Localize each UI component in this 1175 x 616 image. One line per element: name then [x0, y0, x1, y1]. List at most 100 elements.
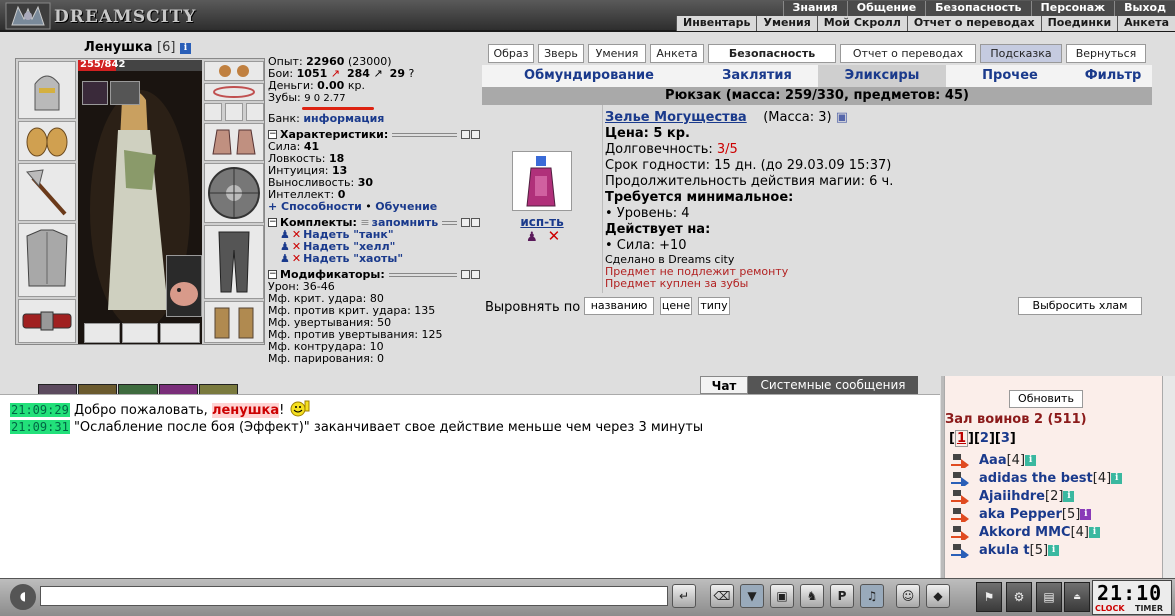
users-scrollbar[interactable]: [1162, 376, 1175, 578]
transfer-item-icon[interactable]: ♟: [526, 230, 538, 245]
tab-filter[interactable]: Фильтр: [1074, 65, 1152, 87]
profile-button[interactable]: Анкета: [650, 44, 704, 63]
submenu-fights[interactable]: Поединки: [1040, 16, 1118, 31]
send-icon[interactable]: ↵: [672, 584, 696, 608]
private-icon[interactable]: P: [830, 584, 854, 608]
private-message-icon[interactable]: [949, 524, 971, 540]
info-icon[interactable]: i: [1063, 490, 1075, 502]
user-row[interactable]: aka Pepper [5] i: [949, 505, 1092, 523]
save-icon[interactable]: ▣: [770, 584, 794, 608]
smiley-menu-icon[interactable]: ☺: [896, 584, 920, 608]
message-time[interactable]: 21:09:29: [10, 403, 70, 417]
use-item-link[interactable]: исп-ть: [482, 215, 602, 229]
gloves-slot[interactable]: [204, 123, 264, 161]
trade-icon[interactable]: ⚑: [976, 582, 1002, 612]
return-button[interactable]: Вернуться: [1066, 44, 1146, 63]
info-icon[interactable]: i: [1048, 544, 1060, 556]
remember-set-link[interactable]: запомнить: [372, 216, 439, 229]
submenu-my-scroll[interactable]: Мой Скролл: [816, 16, 907, 31]
player-nick[interactable]: ленушка: [211, 403, 280, 418]
arrow-down-icon[interactable]: [471, 270, 480, 279]
page-2[interactable]: 2: [980, 431, 989, 446]
sort-by-type-button[interactable]: типу: [698, 297, 730, 315]
weapon-slot[interactable]: [18, 163, 76, 221]
private-message-icon[interactable]: [949, 470, 971, 486]
ring-slot-2[interactable]: [225, 103, 243, 121]
user-row[interactable]: Ajaiihdre [2] i: [949, 487, 1075, 505]
pet-button[interactable]: Зверь: [538, 44, 584, 63]
scroll-slot[interactable]: [110, 81, 140, 105]
abilities-link[interactable]: + Способности: [268, 200, 362, 213]
arrow-down-icon[interactable]: [471, 218, 480, 227]
ring-slot-3[interactable]: [246, 103, 264, 121]
ring-slot-1[interactable]: [204, 103, 222, 121]
lock-icon[interactable]: ▤: [1036, 582, 1062, 612]
skills-button[interactable]: Умения: [588, 44, 646, 63]
leggings-slot[interactable]: [204, 225, 264, 299]
shield-slot[interactable]: [204, 163, 264, 223]
clock-label[interactable]: CLOCK: [1095, 604, 1125, 613]
bank-info-link[interactable]: информация: [303, 112, 384, 125]
helmet-slot[interactable]: [18, 61, 76, 119]
info-icon[interactable]: i: [179, 43, 191, 54]
tab-other[interactable]: Прочее: [946, 65, 1074, 87]
transfer-report-button[interactable]: Отчет о переводах: [840, 44, 976, 63]
collapse-icon[interactable]: −: [268, 270, 277, 279]
user-row[interactable]: adidas the best [4] i: [949, 469, 1123, 487]
info-icon[interactable]: i: [1025, 454, 1037, 466]
training-link[interactable]: Обучение: [375, 200, 437, 213]
image-button[interactable]: Образ: [488, 44, 534, 63]
set-item[interactable]: ♟ ✕ Надеть "хаоты": [268, 253, 480, 265]
amulet-slot[interactable]: [82, 81, 108, 105]
belt-slot[interactable]: [18, 299, 76, 343]
tab-elixirs[interactable]: Эликсиры: [818, 65, 946, 87]
security-button[interactable]: Безопасность: [708, 44, 836, 63]
earrings-slot[interactable]: [204, 61, 264, 81]
rune-slot-1[interactable]: [84, 323, 120, 343]
info-icon[interactable]: i: [1089, 526, 1101, 538]
user-row[interactable]: Akkord MMC [4] i: [949, 523, 1101, 541]
menu-exit[interactable]: Выход: [1114, 1, 1175, 16]
info-icon[interactable]: i: [1080, 508, 1092, 520]
collapse-icon[interactable]: −: [268, 218, 277, 227]
rune-slot-2[interactable]: [122, 323, 158, 343]
pet-slot[interactable]: [166, 255, 202, 317]
refresh-button[interactable]: Обновить: [1009, 390, 1083, 408]
menu-character[interactable]: Персонаж: [1030, 1, 1115, 16]
speaker-icon[interactable]: ◖: [10, 584, 36, 610]
filter-icon[interactable]: ▼: [740, 584, 764, 608]
private-message-icon[interactable]: [949, 452, 971, 468]
exit-icon[interactable]: ⏏: [1064, 582, 1090, 612]
sort-by-price-button[interactable]: цене: [660, 297, 692, 315]
message-time[interactable]: 21:09:31: [10, 420, 70, 434]
music-icon[interactable]: ♫: [860, 584, 884, 608]
rune-slot-3[interactable]: [160, 323, 200, 343]
submenu-profile[interactable]: Анкета: [1117, 16, 1175, 31]
delete-icon[interactable]: ✕: [292, 253, 301, 265]
tab-system-messages[interactable]: Системные сообщения: [748, 376, 918, 394]
bracers-slot[interactable]: [18, 121, 76, 161]
eraser-icon[interactable]: ⌫: [710, 584, 734, 608]
private-message-icon[interactable]: [949, 488, 971, 504]
arrow-up-icon[interactable]: [461, 218, 470, 227]
submenu-inventory[interactable]: Инвентарь: [676, 16, 757, 31]
minimize-icon[interactable]: [461, 130, 470, 139]
emotes-icon[interactable]: ◆: [926, 584, 950, 608]
tab-spells[interactable]: Заклятия: [696, 65, 818, 87]
sort-by-name-button[interactable]: названию: [584, 297, 654, 315]
hint-button[interactable]: Подсказка: [980, 44, 1062, 63]
submenu-skills[interactable]: Умения: [756, 16, 817, 31]
settings-icon[interactable]: ⚙: [1006, 582, 1032, 612]
private-message-icon[interactable]: [949, 542, 971, 558]
necklace-slot[interactable]: [204, 83, 264, 101]
private-message-icon[interactable]: [949, 506, 971, 522]
menu-communication[interactable]: Общение: [846, 1, 926, 16]
throw-junk-button[interactable]: Выбросить хлам: [1018, 297, 1142, 315]
page-1[interactable]: 1: [954, 430, 968, 447]
chat-input[interactable]: [40, 586, 668, 606]
menu-security[interactable]: Безопасность: [925, 1, 1031, 16]
timer-label[interactable]: TIMER: [1135, 604, 1163, 613]
submenu-transfer-report[interactable]: Отчет о переводах: [906, 16, 1041, 31]
boots-slot[interactable]: [204, 301, 264, 343]
info-icon[interactable]: i: [1111, 472, 1123, 484]
